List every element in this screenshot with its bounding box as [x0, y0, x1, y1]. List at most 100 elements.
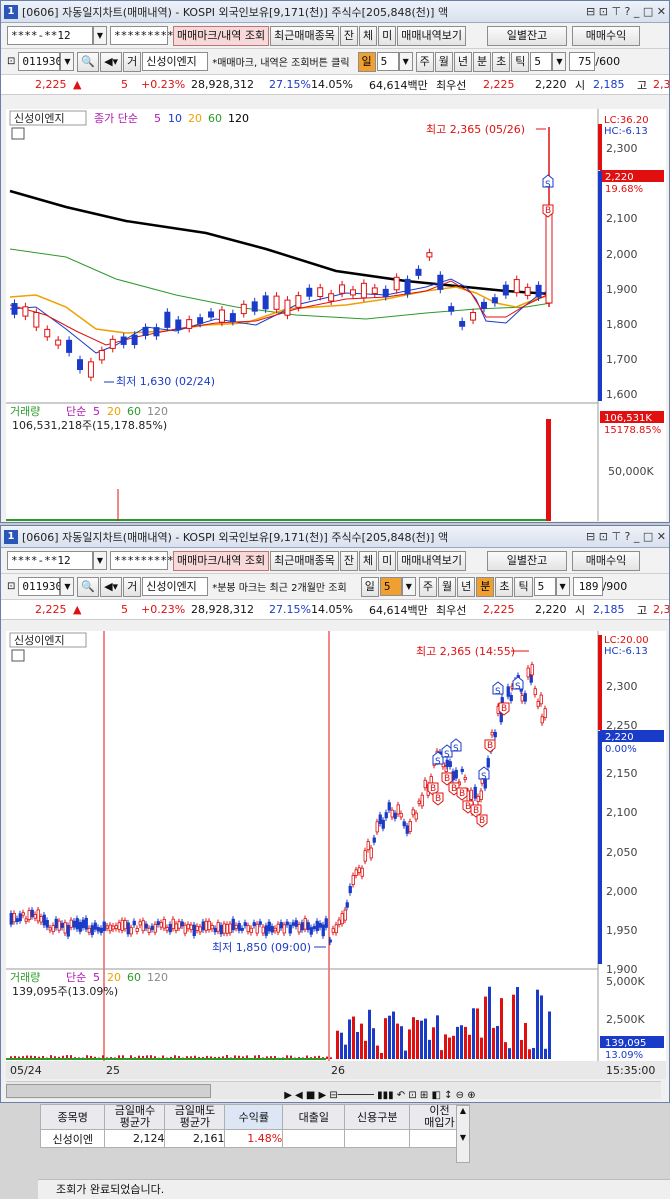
daily-balance-button[interactable]: 일별잔고	[487, 25, 568, 46]
legend-ma10: 10	[168, 112, 182, 125]
stock-code-dropdown-icon[interactable]: ▼	[60, 52, 75, 71]
period-minute-button[interactable]: 분	[473, 51, 492, 72]
recent-trades-button[interactable]: 최근매매종목	[270, 550, 339, 571]
data-count-total: /900	[602, 580, 628, 593]
geo-button[interactable]: 거	[123, 51, 142, 72]
trade-history-button[interactable]: 매매내역보기	[397, 550, 467, 571]
executed-button[interactable]: 체	[359, 550, 378, 571]
period-month-button[interactable]: 월	[434, 51, 453, 72]
trade-history-button[interactable]: 매매내역보기	[397, 25, 467, 46]
chart-grid-icon[interactable]	[11, 127, 25, 140]
daily-chart-svg[interactable]: 2,300 2,100 2,000 1,900 1,800 1,700 1,60…	[6, 109, 666, 521]
volume-bar	[412, 1017, 415, 1059]
volume-bar	[348, 1019, 351, 1059]
balance-button[interactable]: 잔	[339, 550, 359, 571]
stock-icon[interactable]: ⊡	[7, 56, 15, 67]
stock-code-input[interactable]: 011930	[18, 52, 62, 71]
speaker-icon[interactable]: ◀▾	[100, 576, 123, 597]
daily-chart[interactable]: 2,300 2,100 2,000 1,900 1,800 1,700 1,60…	[6, 109, 666, 521]
chart-grid-icon[interactable]	[11, 649, 25, 662]
period-day-button[interactable]: 일	[360, 576, 379, 597]
period-day-button[interactable]: 일	[357, 51, 376, 72]
candle	[486, 758, 490, 768]
price-tick: 1,700	[606, 353, 638, 366]
search-icon[interactable]: 🔍	[77, 51, 100, 72]
candle	[324, 918, 328, 928]
trade-mark-query-button[interactable]: 매매마크/내역 조회	[173, 550, 270, 571]
period-second-button[interactable]: 초	[495, 576, 514, 597]
period-week-button[interactable]: 주	[415, 51, 434, 72]
volume-bar	[456, 1026, 459, 1059]
candle	[54, 918, 58, 929]
svg-text:2,100: 2,100	[606, 806, 638, 819]
data-count-input[interactable]: 189	[572, 577, 603, 596]
period-month-button[interactable]: 월	[437, 576, 457, 597]
account-dropdown-icon[interactable]: ▼	[93, 551, 107, 570]
candle	[123, 920, 127, 930]
daily-balance-button[interactable]: 일별잔고	[487, 550, 568, 571]
minute-chart-svg[interactable]: 2,300 2,250 2,150 2,100 2,050 2,000 1,95…	[6, 631, 666, 1079]
window-controls-icon[interactable]: ⊟ ⊡ ⊤ ? _ □ ✕	[583, 530, 669, 543]
candle	[150, 925, 154, 930]
tick-value-input[interactable]: 5	[530, 52, 553, 71]
period-tick-button[interactable]: 틱	[514, 576, 533, 597]
window-title: [0606] 자동일지차트(매매내역) - KOSPI 외국인보유[9,171(…	[22, 530, 449, 544]
period-week-button[interactable]: 주	[418, 576, 437, 597]
stock-code-input[interactable]: 011930	[18, 577, 62, 596]
candle	[171, 918, 175, 929]
stock-code-dropdown-icon[interactable]: ▼	[60, 577, 75, 596]
volume-bar	[376, 1045, 379, 1059]
tick-dropdown-icon[interactable]: ▼	[552, 52, 567, 71]
period-dropdown-icon[interactable]: ▼	[401, 577, 416, 596]
geo-button[interactable]: 거	[123, 576, 142, 597]
chart-scrollbar[interactable]: ▶ ◀ ■ ▶ ⊟────── ▮▮▮ ↶ ⊡ ⊞ ◧ ↕ ⊖ ⊕	[6, 1081, 661, 1101]
window-titlebar[interactable]: 1 [0606] 자동일지차트(매매내역) - KOSPI 외국인보유[9,17…	[1, 1, 669, 23]
speaker-icon[interactable]: ◀▾	[100, 51, 123, 72]
svg-text:13.09%: 13.09%	[605, 1050, 643, 1061]
period-year-button[interactable]: 년	[457, 576, 476, 597]
candle	[219, 924, 223, 935]
svg-text:0.00%: 0.00%	[605, 744, 637, 755]
volume-sub: 139,095주(13.09%)	[12, 985, 118, 998]
candle	[177, 921, 181, 929]
period-year-button[interactable]: 년	[453, 51, 473, 72]
candle	[524, 286, 531, 296]
period-value-input[interactable]: 5	[376, 52, 399, 71]
sell-mark-letter: S	[453, 744, 459, 754]
period-dropdown-icon[interactable]: ▼	[398, 52, 413, 71]
period-minute-button[interactable]: 분	[476, 576, 495, 597]
tick-value-input[interactable]: 5	[533, 577, 556, 596]
search-icon[interactable]: 🔍	[77, 576, 100, 597]
table-scrollbar[interactable]: ▲ ▼	[456, 1105, 470, 1163]
password-input[interactable]: *********	[110, 551, 174, 570]
period-tick-button[interactable]: 틱	[511, 51, 530, 72]
candle	[208, 311, 215, 318]
account-input[interactable]: ****-**12	[7, 26, 93, 45]
unfilled-button[interactable]: 미	[378, 550, 397, 571]
candle	[252, 922, 256, 927]
col-header[interactable]: 수익률	[224, 1104, 284, 1130]
recent-trades-button[interactable]: 최근매매종목	[270, 25, 339, 46]
window-controls-icon[interactable]: ⊟ ⊡ ⊤ ? _ □ ✕	[583, 5, 669, 18]
password-input[interactable]: *********	[110, 26, 174, 45]
candle	[114, 925, 118, 929]
minute-chart[interactable]: 2,300 2,250 2,150 2,100 2,050 2,000 1,95…	[6, 631, 666, 1079]
window-titlebar[interactable]: 1 [0606] 자동일지차트(매매내역) - KOSPI 외국인보유[9,17…	[1, 526, 669, 548]
unfilled-button[interactable]: 미	[378, 25, 397, 46]
period-second-button[interactable]: 초	[492, 51, 511, 72]
playback-controls-icon[interactable]: ▶ ◀ ■ ▶ ⊟────── ▮▮▮ ↶ ⊡ ⊞ ◧ ↕ ⊖ ⊕	[284, 1090, 475, 1101]
table-row[interactable]: 신성이엔 2,124 2,161 1.48%	[39, 1129, 471, 1148]
account-dropdown-icon[interactable]: ▼	[93, 26, 107, 45]
account-input[interactable]: ****-**12	[7, 551, 93, 570]
trade-profit-button[interactable]: 매매수익	[572, 550, 641, 571]
period-value-input[interactable]: 5	[379, 577, 402, 596]
balance-button[interactable]: 잔	[339, 25, 359, 46]
executed-button[interactable]: 체	[359, 25, 378, 46]
data-count-input[interactable]: 75	[569, 52, 596, 71]
trade-profit-button[interactable]: 매매수익	[572, 25, 641, 46]
candle	[345, 902, 349, 908]
trade-mark-query-button[interactable]: 매매마크/내역 조회	[173, 25, 270, 46]
stock-icon[interactable]: ⊡	[7, 581, 15, 592]
tick-dropdown-icon[interactable]: ▼	[555, 577, 570, 596]
legend-stock-name: 신성이엔지	[14, 634, 65, 647]
